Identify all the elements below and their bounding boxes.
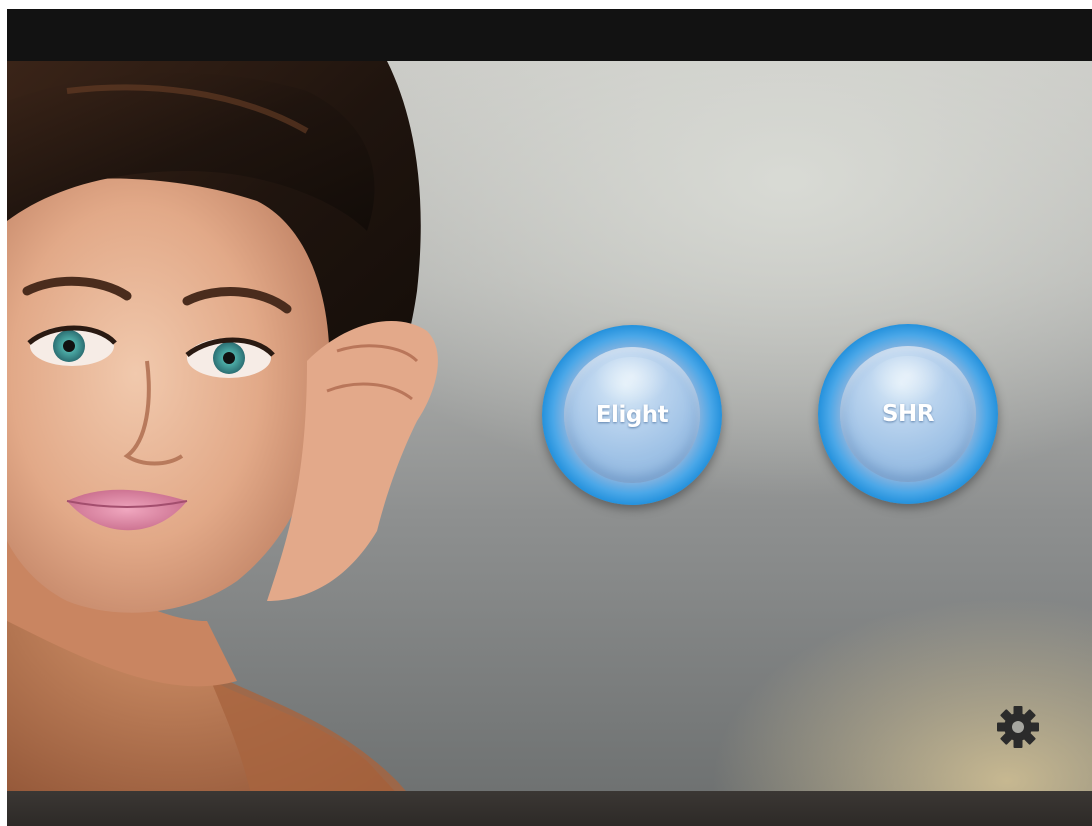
top-bar xyxy=(7,9,1092,61)
app-screen: Elight SHR xyxy=(7,9,1092,826)
shr-button-face: SHR xyxy=(840,346,976,482)
shr-mode-button[interactable]: SHR xyxy=(818,324,998,504)
elight-button-face: Elight xyxy=(564,347,700,483)
bottom-bar xyxy=(7,791,1092,826)
model-portrait-image xyxy=(7,61,438,826)
elight-button-label: Elight xyxy=(595,402,669,428)
gear-icon[interactable] xyxy=(995,704,1041,750)
elight-mode-button[interactable]: Elight xyxy=(542,325,722,505)
shr-button-label: SHR xyxy=(881,401,935,427)
